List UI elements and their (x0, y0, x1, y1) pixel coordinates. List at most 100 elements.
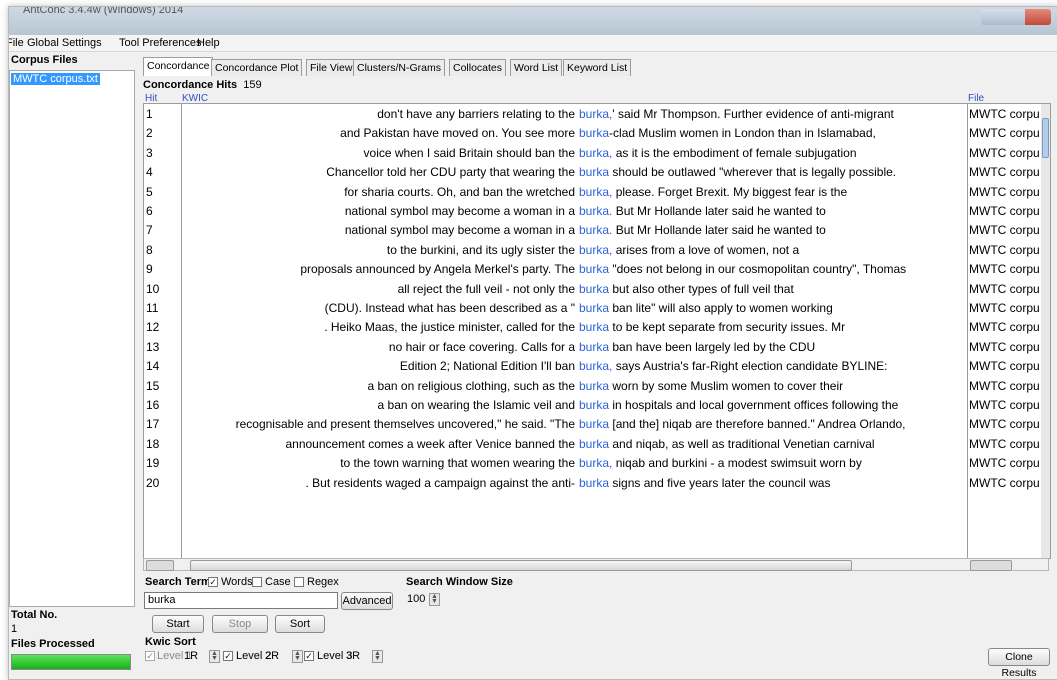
stop-button[interactable]: Stop (212, 615, 268, 633)
kwic-line[interactable]: . Heiko Maas, the justice minister, call… (182, 320, 966, 338)
start-button[interactable]: Start (152, 615, 204, 633)
kwic-line[interactable]: don't have any barriers relating to the b… (182, 107, 966, 125)
case-checkbox[interactable] (252, 577, 262, 587)
vertical-scroll-thumb[interactable] (1042, 118, 1049, 158)
progress-fill (12, 655, 130, 669)
close-icon[interactable] (1025, 9, 1051, 25)
kwic-line[interactable]: national symbol may become a woman in a b… (182, 204, 966, 222)
file-name-cell: MWTC corpus.txt (969, 262, 1039, 277)
kwic-keyword[interactable]: burka (579, 437, 609, 451)
level1-spinner[interactable]: ▲ ▼ (209, 650, 220, 663)
kwic-left-context: a ban on wearing the Islamic veil and (377, 398, 575, 412)
search-window-size-spinner[interactable]: ▲ ▼ (429, 593, 440, 606)
level2-value[interactable]: 2R (265, 650, 279, 662)
kwic-keyword[interactable]: burka (579, 340, 609, 354)
tab-clusters-ngrams[interactable]: Clusters/N-Grams (353, 59, 446, 76)
kwic-keyword[interactable]: burka (579, 379, 609, 393)
search-term-input[interactable]: burka (144, 592, 338, 609)
kwic-keyword[interactable]: burka (579, 126, 609, 140)
corpus-file-item[interactable]: MWTC corpus.txt (11, 73, 100, 85)
kwic-keyword[interactable]: burka (579, 262, 609, 276)
file-name-cell: MWTC corpus.txt (969, 398, 1039, 412)
kwic-keyword[interactable]: burka (579, 301, 609, 315)
menu-tool-preferences[interactable]: Tool Preferences (119, 37, 202, 49)
horizontal-scrollbar[interactable] (143, 558, 1049, 571)
file-column-scroll-thumb[interactable] (970, 560, 1012, 571)
kwic-line[interactable]: voice when I said Britain should ban the… (182, 146, 966, 164)
kwic-line[interactable]: to the town warning that women wearing t… (182, 456, 966, 474)
kwic-left-context: voice when I said Britain should ban the (363, 145, 575, 160)
kwic-column-scroll-thumb[interactable] (190, 560, 852, 571)
tab-collocates[interactable]: Collocates (449, 59, 507, 76)
tab-file-view[interactable]: File View (306, 59, 357, 76)
kwic-line[interactable]: a ban on wearing the Islamic veil and bur… (182, 398, 966, 416)
concordance-table[interactable]: 1 don't have any barriers relating to the… (143, 103, 1051, 559)
kwic-keyword[interactable]: burka, (579, 146, 612, 160)
window-controls[interactable] (981, 9, 1051, 25)
level1-checkbox[interactable]: ✓ (145, 651, 155, 661)
level1-value[interactable]: 1R (184, 650, 198, 662)
kwic-left-context: a ban on religious clothing, such as the (367, 378, 575, 393)
kwic-right-context: worn by some Muslim women to cover their (612, 378, 844, 393)
vertical-scrollbar[interactable] (1041, 104, 1050, 558)
kwic-left-context: to the town warning that women wearing t… (340, 456, 575, 471)
kwic-line[interactable]: Edition 2; National Edition I'll ban burk… (182, 359, 966, 377)
kwic-right-context: ' said Mr Thompson. Further evidence of … (612, 107, 894, 121)
clone-results-button[interactable]: Clone Results (988, 648, 1050, 679)
kwic-keyword[interactable]: burka (579, 476, 609, 490)
hit-number: 1 (146, 107, 153, 121)
level3-value[interactable]: 3R (346, 650, 360, 662)
kwic-keyword[interactable]: burka, (579, 185, 612, 199)
tab-word-list[interactable]: Word List (510, 59, 563, 76)
kwic-keyword[interactable]: burka (579, 165, 609, 179)
kwic-keyword[interactable]: burka (579, 282, 609, 296)
hit-column-scroll-thumb[interactable] (146, 560, 174, 571)
words-checkbox[interactable]: ✓ (208, 577, 218, 587)
kwic-line[interactable]: and Pakistan have moved on. You see more… (182, 126, 966, 144)
menu-file[interactable]: File (9, 37, 24, 49)
kwic-line[interactable]: recognisable and present themselves unco… (182, 417, 966, 435)
kwic-line[interactable]: Chancellor told her CDU party that weari… (182, 165, 966, 183)
menu-help[interactable]: Help (197, 37, 220, 49)
kwic-right-context: but also other types of full veil that (612, 281, 794, 296)
kwic-right-context: to be kept separate from security issues… (612, 320, 846, 335)
kwic-left-context: announcement comes a week after Venice b… (285, 436, 575, 451)
corpus-files-panel: Corpus Files MWTC corpus.txt Total No. 1… (9, 52, 135, 679)
tab-keyword-list[interactable]: Keyword List (563, 59, 632, 76)
kwic-line[interactable]: (CDU). Instead what has been described a… (182, 301, 966, 319)
corpus-file-list[interactable]: MWTC corpus.txt (9, 70, 135, 607)
kwic-line[interactable]: announcement comes a week after Venice b… (182, 437, 966, 455)
advanced-button[interactable]: Advanced (341, 592, 393, 610)
kwic-line[interactable]: no hair or face covering. Calls for a bur… (182, 340, 966, 358)
search-window-size-value[interactable]: 100 (407, 593, 425, 605)
kwic-line[interactable]: national symbol may become a woman in a b… (182, 223, 966, 241)
kwic-line[interactable]: for sharia courts. Oh, and ban the wretc… (182, 185, 966, 203)
level3-checkbox[interactable]: ✓ (304, 651, 314, 661)
kwic-keyword[interactable]: burka, (579, 243, 612, 257)
kwic-keyword[interactable]: burka (579, 320, 609, 334)
kwic-keyword[interactable]: burka (579, 398, 609, 412)
kwic-keyword[interactable]: burka. (579, 204, 612, 218)
kwic-line[interactable]: all reject the full veil - not only the b… (182, 282, 966, 300)
kwic-line[interactable]: to the burkini, and its ugly sister the b… (182, 243, 966, 261)
kwic-keyword[interactable]: burka. (579, 223, 612, 237)
kwic-keyword[interactable]: burka, (579, 107, 612, 121)
tab-concordance[interactable]: Concordance (143, 57, 214, 76)
regex-checkbox[interactable] (294, 577, 304, 587)
menu-global-settings[interactable]: Global Settings (27, 37, 102, 49)
sort-button[interactable]: Sort (275, 615, 325, 633)
level3-spinner[interactable]: ▲ ▼ (372, 650, 383, 663)
hit-number: 18 (146, 436, 160, 451)
file-name-cell: MWTC corpus.txt (969, 320, 1039, 335)
kwic-keyword[interactable]: burka, (579, 456, 612, 470)
hit-number: 4 (146, 165, 153, 180)
tab-concordance-plot[interactable]: Concordance Plot (211, 59, 303, 76)
kwic-line[interactable]: a ban on religious clothing, such as the… (182, 379, 966, 397)
kwic-line[interactable]: proposals announced by Angela Merkel's p… (182, 262, 966, 280)
level2-spinner[interactable]: ▲ ▼ (292, 650, 303, 663)
level2-checkbox[interactable]: ✓ (223, 651, 233, 661)
kwic-keyword[interactable]: burka (579, 417, 609, 431)
kwic-line[interactable]: . But residents waged a campaign against… (182, 476, 966, 494)
hit-number: 14 (146, 359, 160, 374)
kwic-keyword[interactable]: burka, (579, 359, 612, 373)
